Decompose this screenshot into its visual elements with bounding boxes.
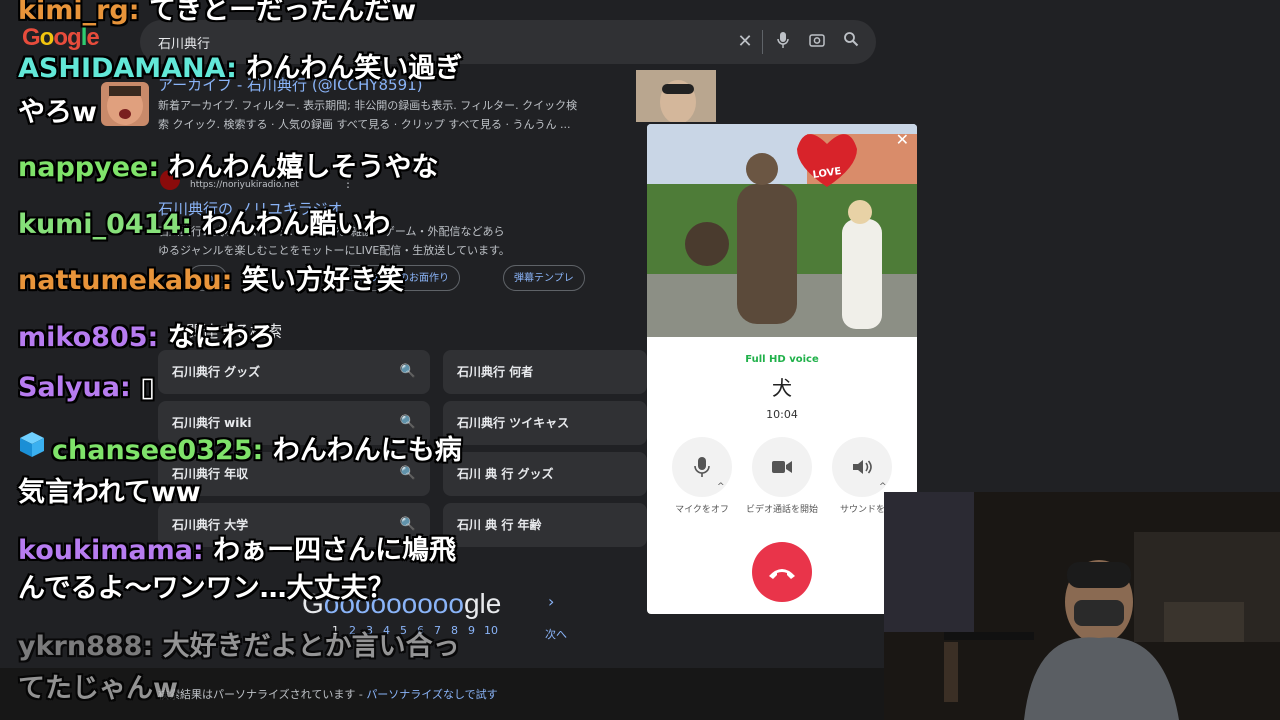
chat-text: 気言われてww (18, 477, 201, 508)
chat-username: kumi_0414 (18, 209, 182, 240)
chat-username: Salyua (18, 372, 120, 403)
chat-text: わんわん酷いわ (201, 209, 391, 240)
chat-separator: : (181, 209, 202, 240)
chat-username: ASHIDAMANA (18, 53, 227, 84)
contact-photo (647, 124, 917, 337)
chat-username: ykrn888 (18, 631, 143, 662)
chevron-up-icon[interactable]: ^ (879, 482, 887, 492)
search-icon: 🔍 (399, 364, 416, 379)
chat-message: んでるよ〜ワンワン…大丈夫？ (18, 566, 395, 605)
chat-message: やろw (18, 90, 97, 129)
chat-text: なにわろ (167, 322, 276, 353)
chat-text: てきとーだったんだw (148, 0, 417, 26)
microphone-icon[interactable] (772, 31, 794, 53)
result-thumbnail[interactable] (636, 70, 716, 124)
chat-separator: : (148, 152, 169, 183)
chat-text: わんわん嬉しそうやな (168, 152, 439, 183)
chat-separator: : (252, 435, 273, 466)
related-search-label: 石川 典 行 年齢 (457, 518, 542, 532)
chat-text: ▯ (140, 372, 156, 403)
chat-text: やろw (18, 97, 97, 128)
close-icon[interactable]: ✕ (896, 130, 909, 149)
chat-message: nappyee: わんわん嬉しそうやな (18, 145, 439, 184)
lens-icon[interactable] (806, 31, 828, 53)
mute-label: マイクをオフ (675, 505, 729, 515)
chat-username: nattumekabu (18, 265, 222, 296)
related-search-label: 石川典行 グッズ (172, 365, 261, 379)
chat-separator: : (119, 372, 141, 403)
video-call-button[interactable] (752, 437, 812, 497)
chat-message: kumi_0414: わんわん酷いわ (18, 202, 390, 241)
chat-message: kimi_rg: てきとーだったんだw (18, 0, 416, 27)
chat-text: わんわんにも病 (272, 435, 462, 466)
chat-message: Salyua: ▯ (18, 372, 155, 403)
search-icon[interactable] (840, 31, 862, 53)
chat-username: koukimama (18, 535, 193, 566)
next-page-link[interactable]: 次へ (545, 626, 567, 642)
related-search-item[interactable]: 石川 典 行 グッズ (443, 452, 647, 496)
chat-message: 気言われてww (18, 470, 201, 509)
related-search-item[interactable]: 石川典行 何者 (443, 350, 647, 394)
chat-message: ASHIDAMANA: わんわん笑い過ぎ (18, 46, 462, 85)
clear-icon[interactable]: ✕ (734, 31, 756, 53)
sitelink-chip[interactable]: 弾幕テンプレ (503, 265, 585, 291)
chat-text: わんわん笑い過ぎ (246, 53, 463, 84)
chat-emote (101, 82, 149, 126)
pagination-logo-suffix: gle (463, 588, 502, 619)
result-snippet: 新着アーカイブ. フィルター. 表示期間; 非公開の録画も表示. フィルター. … (158, 99, 578, 112)
chat-message: nattumekabu: 笑い方好き笑 (18, 258, 404, 297)
related-search-item[interactable]: 石川 典 行 年齢 (443, 503, 647, 547)
footer-text: 検索結果はパーソナライズされています - パーソナライズなしで試す (158, 686, 498, 702)
chevron-right-icon[interactable]: › (548, 592, 554, 611)
chat-username: chansee0325 (52, 435, 253, 466)
footer-link[interactable]: パーソナライズなしで試す (366, 688, 497, 701)
chat-separator: : (221, 265, 242, 296)
video-call-label: ビデオ通話を開始 (745, 505, 818, 515)
chat-separator: : (192, 535, 214, 566)
end-call-button[interactable] (752, 542, 812, 602)
voice-call-window[interactable]: LOVE ✕ Full HD voice 犬 10:04 ^ ^ マイクをオフ … (647, 124, 917, 614)
chat-message: chansee0325: わんわんにも病 (52, 428, 462, 467)
footer-note: 検索結果はパーソナライズされています - (158, 688, 367, 701)
related-search-label: 石川典行 何者 (457, 365, 534, 379)
chat-text: てたじゃんw (18, 673, 178, 704)
page-link[interactable]: 9 (468, 624, 475, 637)
related-search-label: 石川 典 行 グッズ (457, 467, 554, 481)
chat-username: kimi_rg (18, 0, 129, 26)
related-search-item[interactable]: 石川典行 ツイキャス (443, 401, 647, 445)
contact-name: 犬 (772, 376, 792, 400)
chat-text: わぁー四さんに鳩飛 (213, 535, 457, 566)
call-duration: 10:04 (766, 408, 798, 421)
chat-separator: : (128, 0, 149, 26)
related-search-item[interactable]: 石川典行 グッズ 🔍 (158, 350, 430, 394)
chat-message: koukimama: わぁー四さんに鳩飛 (18, 528, 456, 567)
result-snippet: 索 クイック. 検索する · 人気の録画 すべて見る · クリップ すべて見る … (158, 118, 571, 131)
hd-voice-label: Full HD voice (745, 354, 819, 365)
chat-separator: : (147, 322, 168, 353)
cube-badge-icon (18, 430, 46, 458)
chat-text: 笑い方好き笑 (241, 265, 404, 296)
chat-message: miko805: なにわろ (18, 315, 276, 354)
related-search-label: 石川典行 ツイキャス (457, 416, 570, 430)
search-divider (762, 30, 763, 54)
chat-message: てたじゃんw (18, 666, 178, 705)
page-link[interactable]: 10 (484, 624, 498, 637)
chat-username: nappyee (18, 152, 149, 183)
chat-text: んでるよ〜ワンワン…大丈夫？ (18, 573, 395, 604)
chat-username: miko805 (18, 322, 148, 353)
chat-message: ykrn888: 大好きだよとか言い合っ (18, 624, 460, 663)
chat-separator: : (226, 53, 247, 84)
webcam-feed (884, 492, 1280, 720)
chat-text: 大好きだよとか言い合っ (162, 631, 460, 662)
chat-separator: : (142, 631, 163, 662)
chevron-up-icon[interactable]: ^ (717, 482, 725, 492)
